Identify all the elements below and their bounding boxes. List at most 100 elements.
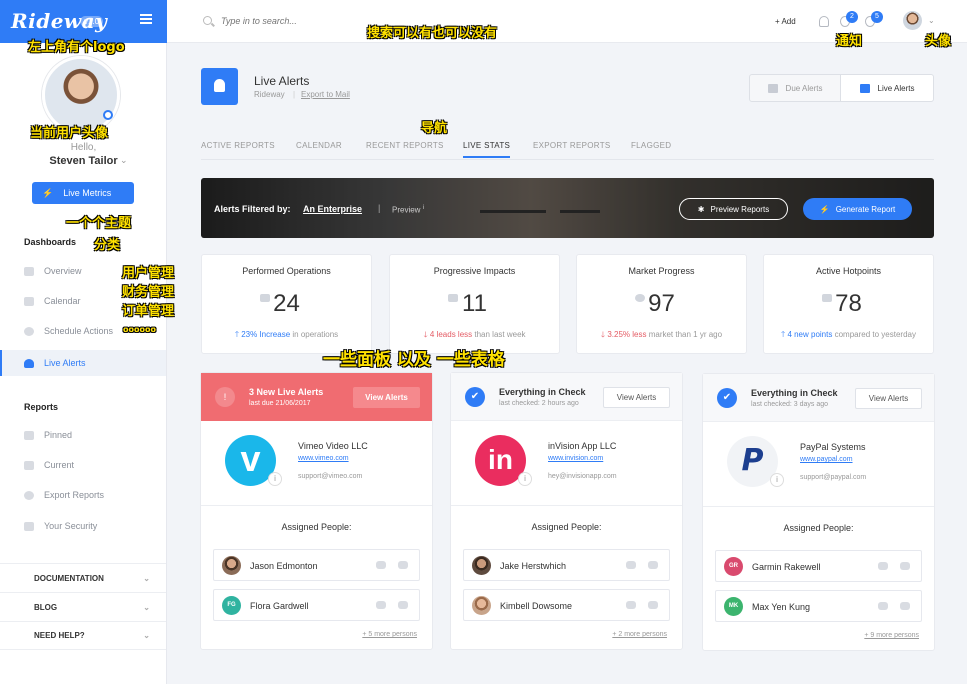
divider (703, 506, 934, 507)
chat-icon[interactable] (626, 601, 636, 609)
divider (201, 505, 432, 506)
chat-icon[interactable] (376, 601, 386, 609)
card-title: 3 New Live Alerts (249, 387, 324, 397)
sidebar-item-live-alerts[interactable]: Live Alerts (0, 350, 166, 376)
bell-icon[interactable] (819, 16, 829, 27)
bell-icon (201, 68, 238, 105)
greeting: Hello, (70, 142, 97, 153)
mail-icon[interactable] (398, 561, 408, 569)
mail-icon[interactable] (648, 601, 658, 609)
card-subtitle: last due 21/06/2017 (249, 400, 311, 407)
due-alerts-button[interactable]: Due Alerts (749, 74, 841, 102)
mail-icon[interactable] (900, 602, 910, 610)
info-icon[interactable]: i (518, 472, 532, 486)
card-header: ✔ Everything in Check last checked: 3 da… (703, 374, 934, 422)
chevron-down-icon[interactable]: ⌄ (928, 16, 935, 25)
avatar (472, 556, 491, 575)
stat-footer: 🡓 4 leads less than last week (390, 329, 559, 343)
more-persons-link[interactable]: + 5 more persons (362, 631, 417, 638)
footer-label: BLOG (34, 602, 58, 612)
person-row[interactable]: Jake Herstwhich (463, 549, 670, 581)
due-alerts-label: Due Alerts (785, 83, 823, 93)
view-alerts-button[interactable]: View Alerts (855, 388, 922, 409)
tab-active-reports[interactable]: ACTIVE REPORTS (201, 141, 275, 150)
chevron-down-icon: ⌄ (143, 602, 150, 612)
stat-footer: 🡓 3.25% less market than 1 yr ago (577, 329, 746, 343)
mail-icon[interactable] (648, 561, 658, 569)
annotation-head: 头像 (925, 34, 952, 49)
live-alerts-button[interactable]: Live Alerts (841, 74, 934, 102)
info-icon[interactable]: i (268, 472, 282, 486)
person-row[interactable]: FG Flora Gardwell (213, 589, 420, 621)
footer-item-blog[interactable]: BLOG ⌄ (0, 592, 166, 621)
company-card-paypal: ✔ Everything in Check last checked: 3 da… (702, 373, 935, 651)
chevron-down-icon[interactable]: ⌄ (120, 155, 128, 166)
sidebar-item-your-security[interactable]: Your Security (0, 515, 166, 537)
tab-recent-reports[interactable]: RECENT REPORTS (366, 141, 444, 150)
user-name[interactable]: Steven Tailor (0, 155, 167, 167)
live-metrics-button[interactable]: ⚡ Live Metrics (32, 182, 134, 204)
add-button[interactable]: + Add (775, 17, 796, 26)
stat-rest: compared to yesterday (834, 330, 916, 339)
subtitle-separator: | (293, 90, 296, 99)
company-url[interactable]: www.invision.com (548, 455, 603, 462)
card-title: Everything in Check (499, 387, 586, 397)
mail-icon[interactable] (398, 601, 408, 609)
view-alerts-button[interactable]: View Alerts (353, 387, 420, 408)
search-input[interactable] (221, 14, 361, 28)
generate-report-label: Generate Report (835, 204, 896, 214)
chevron-down-icon: ⌄ (143, 573, 150, 583)
tab-live-stats[interactable]: LIVE STATS (463, 141, 511, 158)
person-name: Garmin Rakewell (752, 562, 821, 572)
avatar: MK (724, 597, 743, 616)
view-alerts-button[interactable]: View Alerts (603, 387, 670, 408)
version-badge: v1.0 (80, 16, 104, 27)
sidebar-item-label: Export Reports (44, 490, 105, 500)
person-row[interactable]: Jason Edmonton (213, 549, 420, 581)
person-name: Kimbell Dowsome (500, 601, 573, 611)
bar-chart-icon (859, 83, 870, 93)
arrow-down-icon: 🡓 (600, 330, 606, 339)
more-persons-link[interactable]: + 9 more persons (864, 632, 919, 639)
tab-export-reports[interactable]: EXPORT REPORTS (533, 141, 611, 150)
tab-calendar[interactable]: CALENDAR (296, 141, 342, 150)
person-row[interactable]: Kimbell Dowsome (463, 589, 670, 621)
chat-icon[interactable] (878, 562, 888, 570)
sidebar-item-pinned[interactable]: Pinned (0, 424, 166, 446)
footer-item-documentation[interactable]: DOCUMENTATION ⌄ (0, 563, 166, 592)
filter-link[interactable]: An Enterprise (303, 204, 362, 214)
stat-title: Market Progress (628, 266, 695, 276)
person-row[interactable]: GR Garmin Rakewell (715, 550, 922, 582)
preview-reports-button[interactable]: ✱ Preview Reports (679, 198, 788, 220)
person-row[interactable]: MK Max Yen Kung (715, 590, 922, 622)
preview-toggle[interactable]: Preview i (392, 205, 424, 215)
sidebar-item-export-reports[interactable]: Export Reports (0, 484, 166, 506)
export-to-mail-link[interactable]: Export to Mail (301, 90, 350, 99)
stat-card-progressive-impacts: Progressive Impacts 11 🡓 4 leads less th… (389, 254, 560, 354)
chat-icon[interactable] (376, 561, 386, 569)
avatar: FG (222, 596, 241, 615)
bell-icon (24, 358, 34, 368)
footer-item-need-help[interactable]: NEED HELP? ⌄ (0, 621, 166, 650)
sidebar-item-label: Calendar (44, 296, 81, 306)
sidebar-item-label: Live Alerts (44, 358, 86, 368)
mail-icon[interactable] (900, 562, 910, 570)
info-icon[interactable]: i (770, 473, 784, 487)
banner-decoration (480, 210, 546, 213)
more-persons-link[interactable]: + 2 more persons (612, 631, 667, 638)
calendar-icon (24, 296, 34, 306)
generate-report-button[interactable]: ⚡ Generate Report (803, 198, 912, 220)
hamburger-menu-icon[interactable] (140, 14, 152, 24)
section-reports: Reports (24, 402, 59, 412)
top-user-avatar[interactable] (903, 11, 922, 30)
annotation-notify: 通知 (836, 34, 863, 49)
chat-icon[interactable] (878, 602, 888, 610)
sidebar-item-current[interactable]: Current (0, 454, 166, 476)
assigned-heading: Assigned People: (531, 522, 602, 532)
notification-badge: 2 (846, 11, 858, 23)
company-url[interactable]: www.vimeo.com (298, 455, 349, 462)
chat-icon[interactable] (626, 561, 636, 569)
section-dashboards: Dashboards (24, 237, 77, 247)
company-url[interactable]: www.paypal.com (800, 456, 853, 463)
tab-flagged[interactable]: FLAGGED (631, 141, 671, 150)
